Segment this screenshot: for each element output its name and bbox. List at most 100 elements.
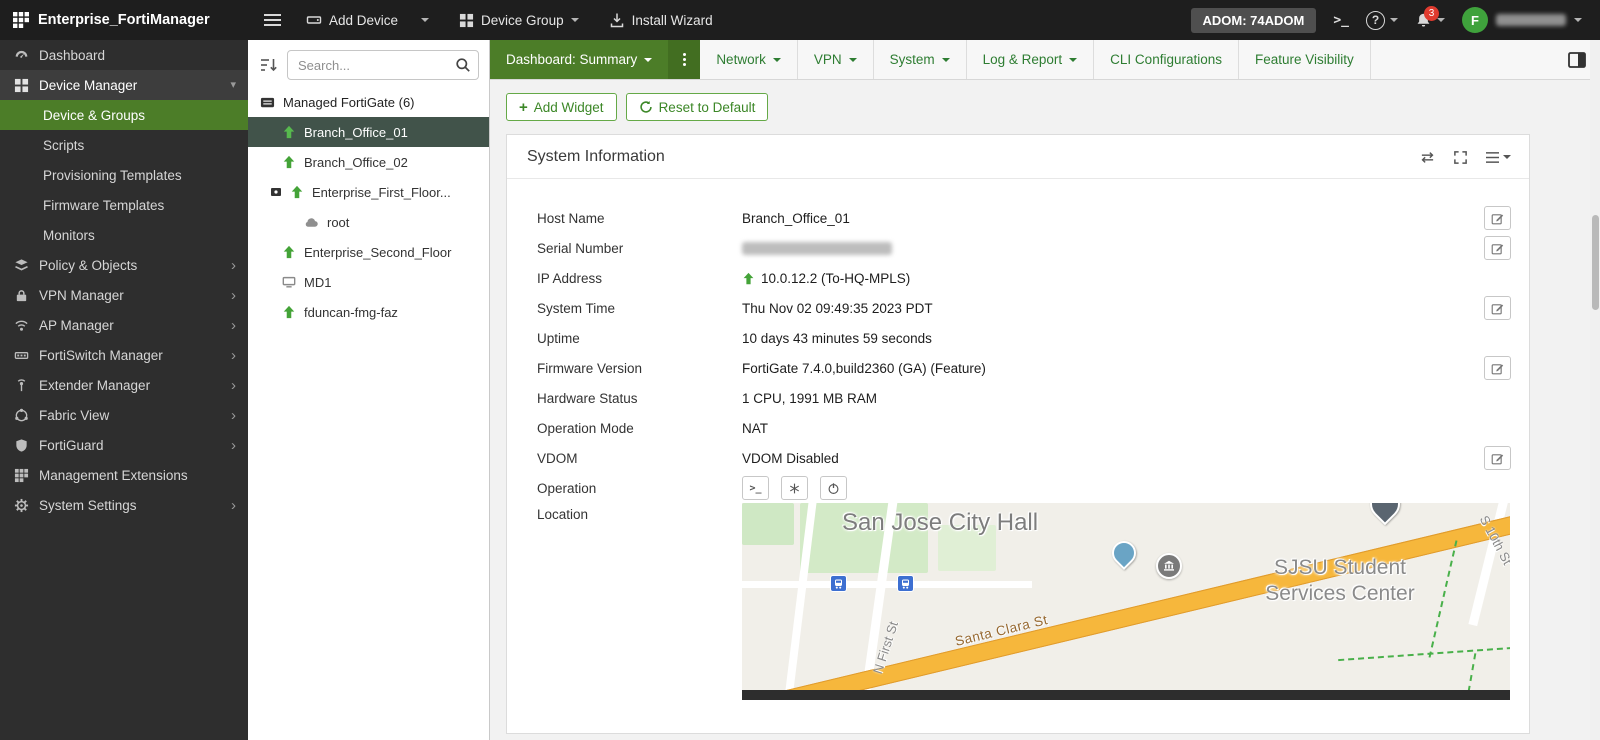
extender-icon [14, 378, 29, 393]
tab-feature-visibility[interactable]: Feature Visibility [1239, 40, 1371, 79]
sort-icon[interactable] [260, 57, 278, 73]
reset-to-default-button[interactable]: Reset to Default [626, 93, 769, 121]
add-device-button[interactable]: Add Device [291, 0, 444, 40]
tree-toolbar [248, 40, 489, 88]
tree-device-enterprise-second-floor[interactable]: Enterprise_Second_Floor [248, 237, 489, 267]
device-search [287, 50, 479, 80]
cli-console-icon[interactable]: >_ [1333, 13, 1349, 28]
device-group-button[interactable]: Device Group [444, 0, 594, 40]
tab-vpn[interactable]: VPN [798, 40, 874, 79]
refresh-widget-icon[interactable] [1419, 150, 1436, 165]
system-information-widget: System Information Host Name Branch_Offi… [506, 134, 1530, 734]
dashboard-content: + Add Widget Reset to Default System Inf… [490, 80, 1600, 740]
chevron-right-icon: › [231, 318, 236, 333]
tree-device-branch-office-01[interactable]: Branch_Office_01 [248, 117, 489, 147]
adom-badge[interactable]: ADOM: 74ADOM [1191, 8, 1317, 33]
edit-host-name-button[interactable] [1484, 206, 1511, 230]
sidebar-item-dashboard[interactable]: Dashboard [0, 40, 248, 70]
tree-device-enterprise-first-floor[interactable]: Enterprise_First_Floor... [248, 177, 489, 207]
edit-system-time-button[interactable] [1484, 296, 1511, 320]
tree-device-branch-office-02[interactable]: Branch_Office_02 [248, 147, 489, 177]
add-device-label: Add Device [329, 13, 398, 28]
sidebar-item-device-manager[interactable]: Device Manager ▾ [0, 70, 248, 100]
sidebar-item-firmware-templates[interactable]: Firmware Templates [0, 190, 248, 220]
fortigate-group-icon [260, 95, 275, 110]
sidebar-item-fabric-view[interactable]: Fabric View › [0, 400, 248, 430]
chevron-down-icon [1069, 58, 1077, 62]
fullscreen-icon[interactable] [1453, 150, 1468, 165]
chevron-down-icon [644, 58, 652, 62]
brand-title: Enterprise_FortiManager [38, 12, 210, 28]
brand: Enterprise_FortiManager [0, 12, 248, 28]
tree-device-fduncan-fmg-faz[interactable]: fduncan-fmg-faz [248, 297, 489, 327]
dashboard-icon [14, 48, 29, 63]
ap-manager-icon [14, 318, 29, 333]
notifications-menu[interactable]: 3 [1415, 12, 1445, 29]
tree-device-md1[interactable]: MD1 [248, 267, 489, 297]
fortigate-device-icon [282, 305, 296, 319]
open-cli-console-button[interactable]: >_ [742, 476, 769, 500]
notification-count-badge: 3 [1424, 6, 1439, 21]
fortigate-device-icon [282, 125, 296, 139]
edit-vdom-button[interactable] [1484, 446, 1511, 470]
widget-menu-icon[interactable] [1485, 151, 1511, 164]
tab-log-report[interactable]: Log & Report [967, 40, 1095, 79]
info-row-uptime: Uptime 10 days 43 minutes 59 seconds [537, 323, 1511, 353]
fortigate-device-icon [282, 245, 296, 259]
sidebar-item-fortiswitch-manager[interactable]: FortiSwitch Manager › [0, 340, 248, 370]
sidebar-item-system-settings[interactable]: System Settings › [0, 490, 248, 520]
sidebar-item-fortiguard[interactable]: FortiGuard › [0, 430, 248, 460]
chevron-down-icon [849, 58, 857, 62]
tab-system[interactable]: System [874, 40, 967, 79]
map-rail-line [742, 690, 1510, 700]
topbar-right: ADOM: 74ADOM >_ ? 3 F [1191, 7, 1600, 33]
add-widget-button[interactable]: + Add Widget [506, 93, 617, 121]
info-row-location: Location [537, 503, 1511, 700]
install-wizard-button[interactable]: Install Wizard [594, 0, 728, 40]
user-menu[interactable]: F [1462, 7, 1582, 33]
map-pin-icon[interactable] [1364, 503, 1406, 525]
location-pin-icon[interactable] [1107, 536, 1141, 570]
edit-firmware-button[interactable] [1484, 356, 1511, 380]
sidebar-item-provisioning-templates[interactable]: Provisioning Templates [0, 160, 248, 190]
scrollbar-track[interactable] [1590, 40, 1600, 740]
ha-cluster-icon [270, 186, 282, 198]
transit-station-icon[interactable] [830, 575, 847, 592]
install-icon [609, 12, 625, 28]
sidebar-item-policy-objects[interactable]: Policy & Objects › [0, 250, 248, 280]
panel-toggle-icon[interactable] [1568, 52, 1586, 68]
sidebar-item-vpn-manager[interactable]: VPN Manager › [0, 280, 248, 310]
location-map[interactable]: San Jose City Hall SJSU Student Services… [742, 503, 1510, 700]
menu-toggle-icon[interactable] [264, 13, 281, 27]
transit-station-icon[interactable] [897, 575, 914, 592]
sidebar-item-scripts[interactable]: Scripts [0, 130, 248, 160]
sidebar-item-monitors[interactable]: Monitors [0, 220, 248, 250]
fortimanager-logo-icon [13, 12, 29, 28]
dashboard-more-menu[interactable] [668, 40, 700, 79]
tree-group-managed-fortigate[interactable]: Managed FortiGate (6) [248, 88, 489, 117]
sidebar-item-device-groups[interactable]: Device & Groups [0, 100, 248, 130]
info-row-operation-mode: Operation Mode NAT [537, 413, 1511, 443]
museum-poi-icon[interactable] [1156, 553, 1182, 579]
shutdown-device-button[interactable] [820, 476, 847, 500]
tab-cli-configurations[interactable]: CLI Configurations [1094, 40, 1239, 79]
restart-device-button[interactable] [781, 476, 808, 500]
search-input[interactable] [287, 50, 479, 80]
tab-network[interactable]: Network [700, 40, 798, 79]
vertical-dots-icon [683, 58, 686, 61]
tree-vdom-root[interactable]: root [248, 207, 489, 237]
vdom-cloud-icon [304, 216, 319, 228]
avatar: F [1462, 7, 1488, 33]
sidebar-item-ap-manager[interactable]: AP Manager › [0, 310, 248, 340]
app-window: Enterprise_FortiManager Add Device Devic… [0, 0, 1600, 740]
help-menu[interactable]: ? [1366, 11, 1398, 30]
sidebar-item-extender-manager[interactable]: Extender Manager › [0, 370, 248, 400]
edit-serial-button[interactable] [1484, 236, 1511, 260]
scrollbar-thumb[interactable] [1592, 215, 1599, 310]
tab-dashboard-summary[interactable]: Dashboard: Summary [490, 40, 668, 79]
sidebar-item-management-extensions[interactable]: Management Extensions [0, 460, 248, 490]
search-icon[interactable] [455, 57, 471, 73]
serial-number-redacted [742, 242, 892, 255]
info-row-operation: Operation >_ [537, 473, 1511, 503]
topbar: Enterprise_FortiManager Add Device Devic… [0, 0, 1600, 40]
